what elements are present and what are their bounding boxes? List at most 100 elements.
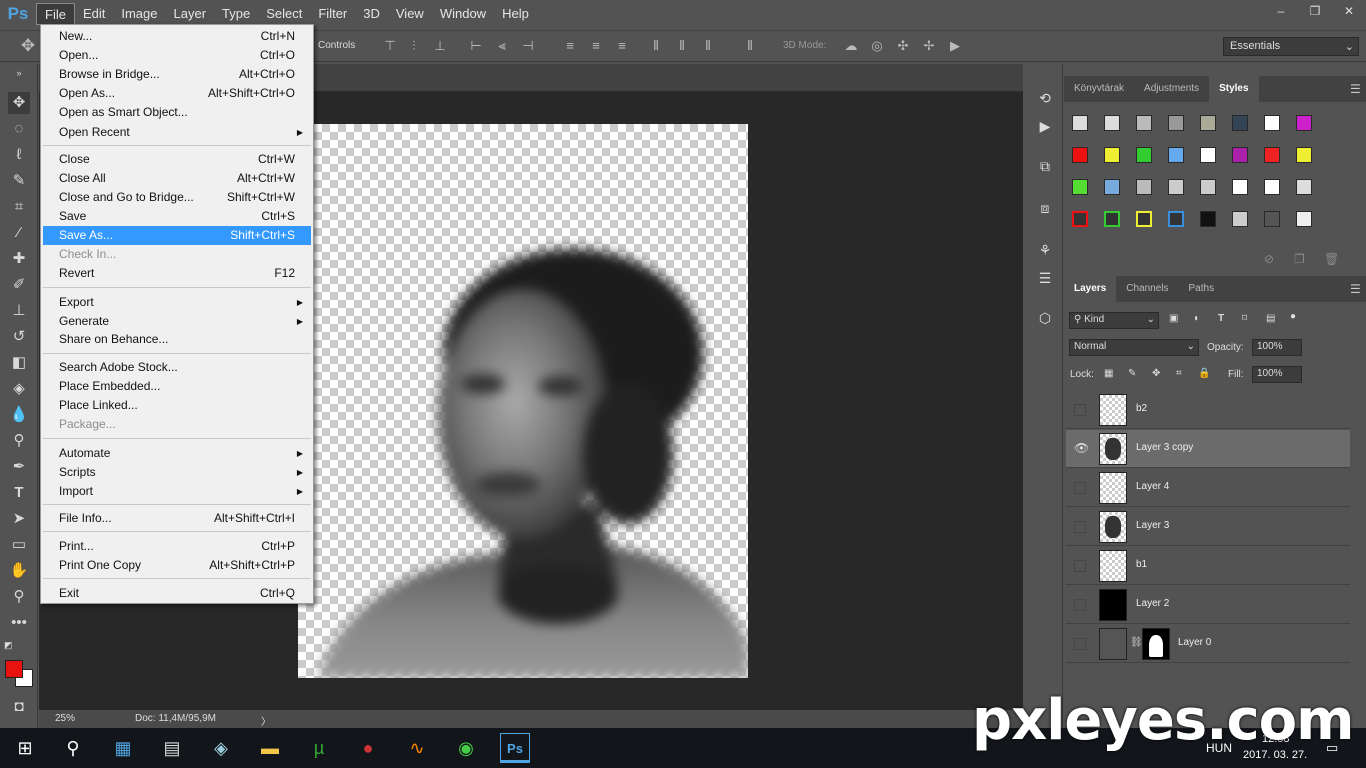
menu-item-save[interactable]: Save Ctrl+S — [43, 207, 311, 226]
menu-type[interactable]: Type — [214, 3, 258, 25]
foreground-color-swatch[interactable] — [5, 660, 23, 678]
zoom-tool-icon[interactable]: ⚲ — [8, 586, 30, 608]
style-swatch[interactable] — [1264, 147, 1280, 163]
tab-libraries[interactable]: Könyvtárak — [1064, 76, 1134, 102]
layer-row-layer-0[interactable]: ⛓ Layer 0 — [1066, 625, 1350, 663]
lock-artboard-icon[interactable]: ⌗ — [1176, 368, 1182, 379]
3d-roll-icon[interactable]: ◎ — [869, 38, 885, 54]
3d-scale-icon[interactable]: ▶ — [947, 38, 963, 54]
workspace-select[interactable]: Essentials ⌄ — [1223, 37, 1359, 56]
file-explorer-icon[interactable]: ▬ — [255, 733, 285, 763]
new-style-icon[interactable]: ❐ — [1294, 252, 1305, 266]
3d-cube-icon[interactable]: ⬡ — [1035, 308, 1055, 328]
menu-item-close-all[interactable]: Close All Alt+Ctrl+W — [43, 169, 311, 188]
menu-layer[interactable]: Layer — [166, 3, 215, 25]
filter-pixel-icon[interactable]: ▣ — [1169, 313, 1178, 324]
healing-brush-tool-icon[interactable]: ✚ — [8, 248, 30, 270]
visibility-toggle[interactable] — [1074, 599, 1086, 611]
tab-paths[interactable]: Paths — [1179, 276, 1225, 302]
style-swatch[interactable] — [1264, 179, 1280, 195]
filter-type-icon[interactable]: T — [1218, 313, 1224, 324]
paint-bucket-tool-icon[interactable]: ◈ — [8, 378, 30, 400]
lock-all-icon[interactable]: 🔒 — [1198, 368, 1210, 379]
close-button[interactable]: ✕ — [1332, 0, 1366, 24]
style-swatch[interactable] — [1264, 211, 1280, 227]
style-swatch[interactable] — [1104, 179, 1120, 195]
search-icon[interactable]: ⚲ — [58, 733, 88, 763]
menu-item-revert[interactable]: Revert F12 — [43, 264, 311, 283]
menu-item-save-as[interactable]: Save As... Shift+Ctrl+S — [43, 226, 311, 245]
windows-start-icon[interactable]: ⊞ — [10, 733, 40, 763]
menu-item-open-as[interactable]: Open As... Alt+Shift+Ctrl+O — [43, 84, 311, 103]
layer-row-layer-2[interactable]: Layer 2 — [1066, 586, 1350, 624]
filter-toggle-icon[interactable]: ● — [1290, 311, 1296, 322]
menu-item-exit[interactable]: Exit Ctrl+Q — [43, 584, 311, 603]
layer-row-b1[interactable]: b1 — [1066, 547, 1350, 585]
menu-item-open[interactable]: Open... Ctrl+O — [43, 46, 311, 65]
layer-row-layer-4[interactable]: Layer 4 — [1066, 469, 1350, 507]
style-swatch[interactable] — [1104, 115, 1120, 131]
filter-smart-object-icon[interactable]: ▤ — [1266, 313, 1275, 324]
fill-input[interactable]: 100% — [1252, 366, 1302, 383]
menu-select[interactable]: Select — [258, 3, 310, 25]
style-swatch[interactable] — [1104, 147, 1120, 163]
menu-edit[interactable]: Edit — [75, 3, 113, 25]
align-top-icon[interactable]: ⊤ — [382, 38, 398, 54]
eye-icon[interactable]: 👁 — [1074, 442, 1089, 455]
style-swatch[interactable] — [1072, 211, 1088, 227]
menu-3d[interactable]: 3D — [355, 3, 388, 25]
rectangle-tool-icon[interactable]: ▭ — [8, 534, 30, 556]
menu-item-place-embedded[interactable]: Place Embedded... — [43, 377, 311, 396]
menu-item-close-go-bridge[interactable]: Close and Go to Bridge... Shift+Ctrl+W — [43, 188, 311, 207]
style-swatch[interactable] — [1072, 179, 1088, 195]
crop-tool-icon[interactable]: ⌗ — [8, 196, 30, 218]
style-swatch[interactable] — [1296, 211, 1312, 227]
visibility-toggle[interactable] — [1074, 638, 1086, 650]
style-swatch[interactable] — [1136, 115, 1152, 131]
menu-file[interactable]: File — [36, 2, 75, 25]
quick-select-tool-icon[interactable]: ✎ — [8, 170, 30, 192]
distribute-bottom-icon[interactable]: ≡ — [614, 38, 630, 54]
default-colors-icon[interactable]: ◩ — [4, 640, 13, 651]
app-icon-swirl[interactable]: ∿ — [402, 733, 432, 763]
notes-icon[interactable]: ◈ — [206, 733, 236, 763]
style-swatch[interactable] — [1168, 211, 1184, 227]
distribute-vcenter-icon[interactable]: ≡ — [588, 38, 604, 54]
move-tool-icon[interactable]: ✥ — [20, 37, 36, 54]
move-tool-icon[interactable]: ✥ — [8, 92, 30, 114]
style-swatch[interactable] — [1168, 179, 1184, 195]
chain-link-icon[interactable]: ⛓ — [1130, 637, 1143, 648]
layer-row-layer-3[interactable]: Layer 3 — [1066, 508, 1350, 546]
layer-row-b2[interactable]: b2 — [1066, 391, 1350, 429]
history-brush-tool-icon[interactable]: ↺ — [8, 326, 30, 348]
history-panel-icon[interactable]: ⟲ — [1035, 88, 1055, 108]
menu-item-automate[interactable]: Automate ▶ — [43, 444, 311, 463]
menu-item-share-behance[interactable]: Share on Behance... — [43, 330, 311, 349]
menu-item-new[interactable]: New... Ctrl+N — [43, 27, 311, 46]
style-swatch[interactable] — [1232, 179, 1248, 195]
hand-tool-icon[interactable]: ✋ — [8, 560, 30, 582]
menu-filter[interactable]: Filter — [310, 3, 355, 25]
visibility-toggle[interactable] — [1074, 521, 1086, 533]
lock-image-icon[interactable]: ✎ — [1128, 368, 1136, 379]
style-swatch[interactable] — [1200, 179, 1216, 195]
distribute-right-icon[interactable]: ⦀ — [700, 38, 716, 54]
path-selection-tool-icon[interactable]: ➤ — [8, 508, 30, 530]
menu-view[interactable]: View — [388, 3, 432, 25]
style-swatch[interactable] — [1168, 147, 1184, 163]
distribute-left-icon[interactable]: ⦀ — [648, 38, 664, 54]
clone-stamp-tool-icon[interactable]: ⊥ — [8, 300, 30, 322]
layers-panel-menu-icon[interactable]: ☰ — [1350, 282, 1361, 296]
menu-item-open-recent[interactable]: Open Recent ▶ — [43, 123, 311, 142]
style-swatch[interactable] — [1200, 115, 1216, 131]
opacity-input[interactable]: 100% — [1252, 339, 1302, 356]
style-swatch[interactable] — [1168, 115, 1184, 131]
style-swatch[interactable] — [1136, 147, 1152, 163]
distribute-hcenter-icon[interactable]: ⦀ — [674, 38, 690, 54]
style-swatch[interactable] — [1296, 179, 1312, 195]
menu-item-search-stock[interactable]: Search Adobe Stock... — [43, 358, 311, 377]
properties-panel-icon[interactable]: ⧈ — [1035, 198, 1055, 218]
adjustments-sliders-icon[interactable]: ☰ — [1035, 268, 1055, 288]
style-swatch[interactable] — [1296, 147, 1312, 163]
blend-mode-select[interactable]: Normal ⌄ — [1069, 339, 1199, 356]
